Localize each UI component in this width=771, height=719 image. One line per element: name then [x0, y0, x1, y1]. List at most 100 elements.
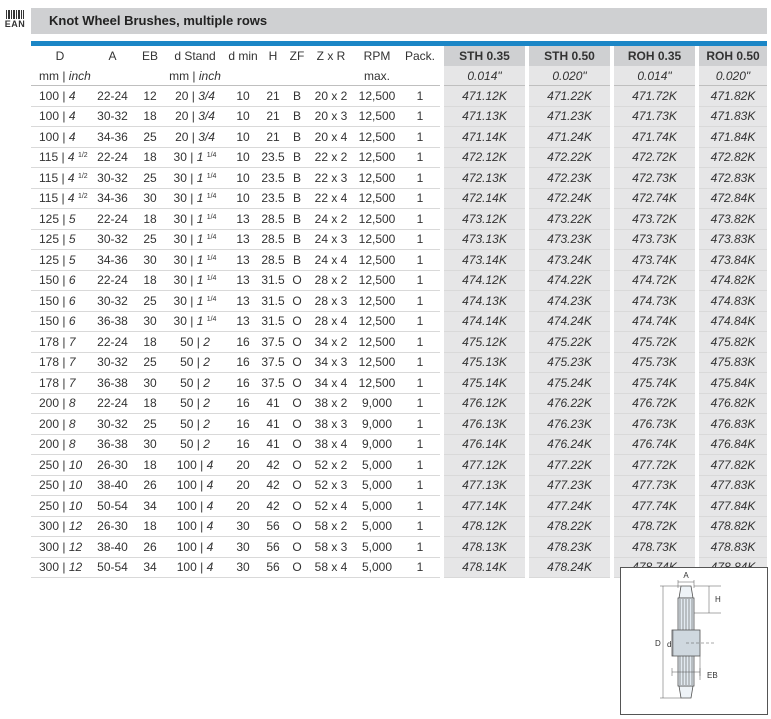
cell-dstand: 50 | 2 — [180, 396, 210, 411]
barcode-bars — [6, 10, 24, 19]
cell-eb: 18 — [143, 519, 157, 534]
cell-a: 26-30 — [97, 519, 128, 534]
cell-roh035: 472.74K — [610, 188, 697, 209]
table-row: 150 | 6 36-38 30 30 | 1 1/4 13 31.5 O 28 x 4 12,… — [31, 311, 767, 332]
title-bar: Knot Wheel Brushes, multiple rows — [31, 8, 767, 34]
diagram-label-eb: EB — [707, 671, 718, 680]
cell-d: 150 | 6 — [39, 273, 76, 288]
cell-d: 150 | 6 — [39, 314, 76, 329]
cell-zxr: 20 x 4 — [314, 129, 348, 144]
cell-pack: 1 — [416, 273, 424, 288]
cell-eb: 25 — [143, 293, 157, 308]
cell-dmin: 16 — [236, 396, 250, 411]
cell-dmin: 13 — [236, 273, 250, 288]
cell-zf: B — [292, 191, 301, 206]
cell-zxr: 52 x 4 — [314, 498, 348, 513]
table-row: 200 | 8 22-24 18 50 | 2 16 41 O 38 x 2 9,000 1 476… — [31, 393, 767, 414]
cell-eb: 30 — [143, 375, 157, 390]
table-row: 125 | 5 22-24 18 30 | 1 1/4 13 28.5 B 24 x 2 12,… — [31, 208, 767, 229]
cell-dstand: 30 | 1 1/4 — [173, 252, 217, 267]
cell-d: 125 | 5 — [39, 252, 76, 267]
cell-h: 31.5 — [261, 273, 285, 288]
cell-roh035: 476.73K — [610, 413, 697, 434]
cell-rpm: 12,500 — [358, 252, 396, 267]
cell-sth035: 472.13K — [440, 167, 527, 188]
cell-zxr: 24 x 4 — [314, 252, 348, 267]
cell-a: 50-54 — [97, 498, 128, 513]
cell-roh050: 478.83K — [695, 536, 767, 557]
col-eb: EB — [141, 49, 158, 63]
col-dstand: d Stand — [174, 49, 216, 63]
cell-roh050: 476.82K — [695, 393, 767, 414]
product-table: D A EB d Stand d min H ZF Z x R RPM Pack… — [31, 46, 767, 578]
cell-roh035: 475.72K — [610, 331, 697, 352]
table-row: 115 | 4 1/2 22-24 18 30 | 1 1/4 10 23.5 B 22 x … — [31, 147, 767, 168]
col-dmin: d min — [228, 49, 258, 63]
cell-rpm: 12,500 — [358, 109, 396, 124]
cell-rpm: 12,500 — [358, 88, 396, 103]
cell-a: 30-32 — [97, 355, 128, 370]
cell-sth050: 471.23K — [525, 106, 612, 127]
cell-sth050: 478.23K — [525, 536, 612, 557]
cell-pack: 1 — [416, 232, 424, 247]
cell-roh050: 472.83K — [695, 167, 767, 188]
cell-zf: O — [292, 498, 302, 513]
cell-sth035: 477.14K — [440, 495, 527, 516]
cell-sth050: 478.24K — [525, 557, 612, 578]
cell-roh050: 477.84K — [695, 495, 767, 516]
cell-zf: B — [292, 170, 301, 185]
cell-zxr: 52 x 2 — [314, 457, 348, 472]
cell-a: 34-36 — [97, 129, 128, 144]
cell-dmin: 30 — [236, 539, 250, 554]
cell-pack: 1 — [416, 211, 424, 226]
cell-d: 178 | 7 — [39, 355, 76, 370]
cell-a: 30-32 — [97, 232, 128, 247]
table-row: 115 | 4 1/2 30-32 25 30 | 1 1/4 10 23.5 B 22 x … — [31, 167, 767, 188]
cell-dstand: 30 | 1 1/4 — [173, 150, 217, 165]
cell-dmin: 16 — [236, 355, 250, 370]
table-row: 125 | 5 34-36 30 30 | 1 1/4 13 28.5 B 24 x 4 12,… — [31, 249, 767, 270]
cell-rpm: 12,500 — [358, 150, 396, 165]
cell-sth050: 471.22K — [525, 85, 612, 106]
cell-d: 115 | 4 1/2 — [39, 170, 88, 185]
cell-sth050: 473.22K — [525, 208, 612, 229]
cell-dmin: 10 — [236, 170, 250, 185]
cell-a: 30-32 — [97, 416, 128, 431]
cell-pack: 1 — [416, 416, 424, 431]
cell-zf: B — [292, 252, 301, 267]
cell-sth050: 478.22K — [525, 516, 612, 537]
cell-h: 37.5 — [261, 355, 285, 370]
cell-dmin: 10 — [236, 88, 250, 103]
cell-sth050: 477.22K — [525, 454, 612, 475]
cell-sth050: 473.23K — [525, 229, 612, 250]
table-row: 250 | 10 50-54 34 100 | 4 20 42 O 52 x 4 5,000 1 4… — [31, 495, 767, 516]
cell-zf: O — [292, 293, 302, 308]
cell-eb: 26 — [143, 478, 157, 493]
cell-roh035: 477.74K — [610, 495, 697, 516]
cell-eb: 25 — [143, 170, 157, 185]
cell-zxr: 24 x 2 — [314, 211, 348, 226]
cell-h: 31.5 — [261, 293, 285, 308]
cell-zxr: 22 x 3 — [314, 170, 348, 185]
col-rpm-unit: max. — [363, 68, 390, 83]
cell-roh035: 476.74K — [610, 434, 697, 455]
cell-dstand: 20 | 3/4 — [175, 109, 215, 124]
cell-zxr: 20 x 3 — [314, 109, 348, 124]
col-rpm: RPM — [363, 49, 391, 63]
cell-sth035: 474.14K — [440, 311, 527, 332]
cell-pack: 1 — [416, 478, 424, 493]
cell-dmin: 20 — [236, 498, 250, 513]
cell-sth035: 471.14K — [440, 126, 527, 147]
cell-roh050: 475.84K — [695, 372, 767, 393]
cell-d: 300 | 12 — [39, 560, 83, 575]
table-row: 200 | 8 30-32 25 50 | 2 16 41 O 38 x 3 9,000 1 476… — [31, 413, 767, 434]
cell-roh050: 473.84K — [695, 249, 767, 270]
cell-h: 23.5 — [261, 170, 285, 185]
cell-roh050: 473.82K — [695, 208, 767, 229]
cell-sth050: 477.24K — [525, 495, 612, 516]
cell-sth050: 473.24K — [525, 249, 612, 270]
cell-a: 36-38 — [97, 314, 128, 329]
cell-zf: O — [292, 416, 302, 431]
cell-zxr: 38 x 4 — [314, 437, 348, 452]
cell-eb: 25 — [143, 416, 157, 431]
